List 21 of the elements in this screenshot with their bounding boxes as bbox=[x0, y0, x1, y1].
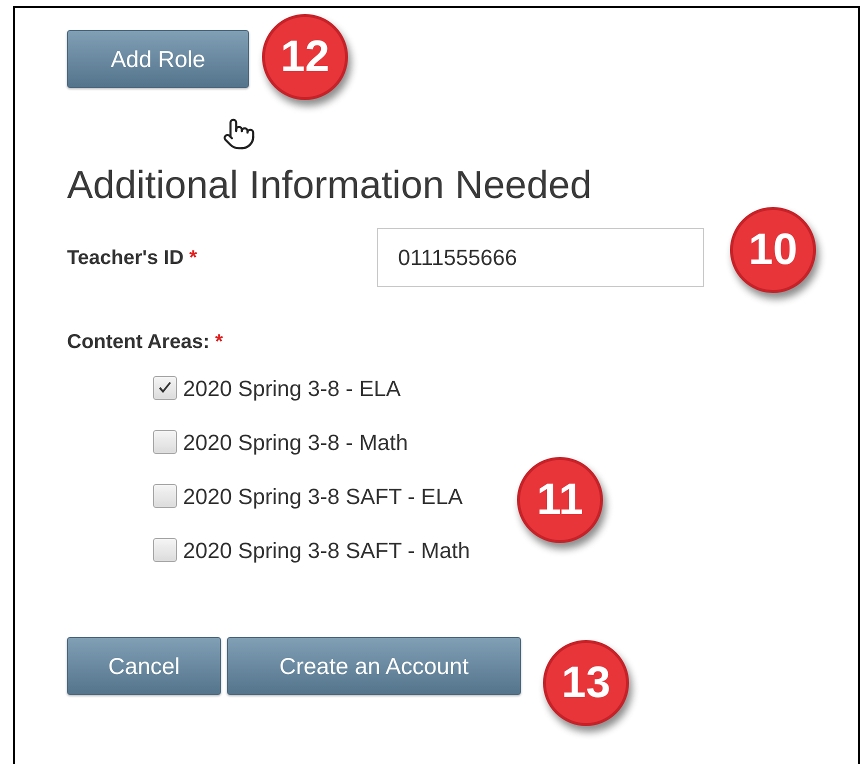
required-mark: * bbox=[189, 246, 198, 268]
teacher-id-field[interactable]: 0111555666 bbox=[377, 228, 704, 287]
field-label: Teacher's ID bbox=[67, 246, 184, 268]
checkbox[interactable] bbox=[153, 376, 177, 400]
checkbox-label: 2020 Spring 3-8 - ELA bbox=[183, 374, 401, 403]
create-account-button[interactable]: Create an Account bbox=[227, 637, 521, 695]
checkbox-label: 2020 Spring 3-8 - Math bbox=[183, 428, 408, 457]
callout-badge: 12 bbox=[262, 14, 348, 100]
section-heading: Additional Information Needed bbox=[67, 163, 593, 209]
checkbox[interactable] bbox=[153, 538, 177, 562]
checkbox[interactable] bbox=[153, 484, 177, 508]
callout-badge: 13 bbox=[543, 640, 629, 726]
required-mark: * bbox=[215, 331, 223, 353]
field-label: Content Areas: bbox=[67, 331, 210, 353]
callout-badge: 10 bbox=[730, 207, 816, 293]
checkbox[interactable] bbox=[153, 430, 177, 454]
callout-badge: 11 bbox=[517, 457, 603, 543]
add-role-button[interactable]: Add Role bbox=[67, 30, 249, 88]
cancel-button[interactable]: Cancel bbox=[67, 637, 221, 695]
checkbox-label: 2020 Spring 3-8 SAFT - Math bbox=[183, 536, 470, 565]
checkbox-label: 2020 Spring 3-8 SAFT - ELA bbox=[183, 482, 463, 511]
